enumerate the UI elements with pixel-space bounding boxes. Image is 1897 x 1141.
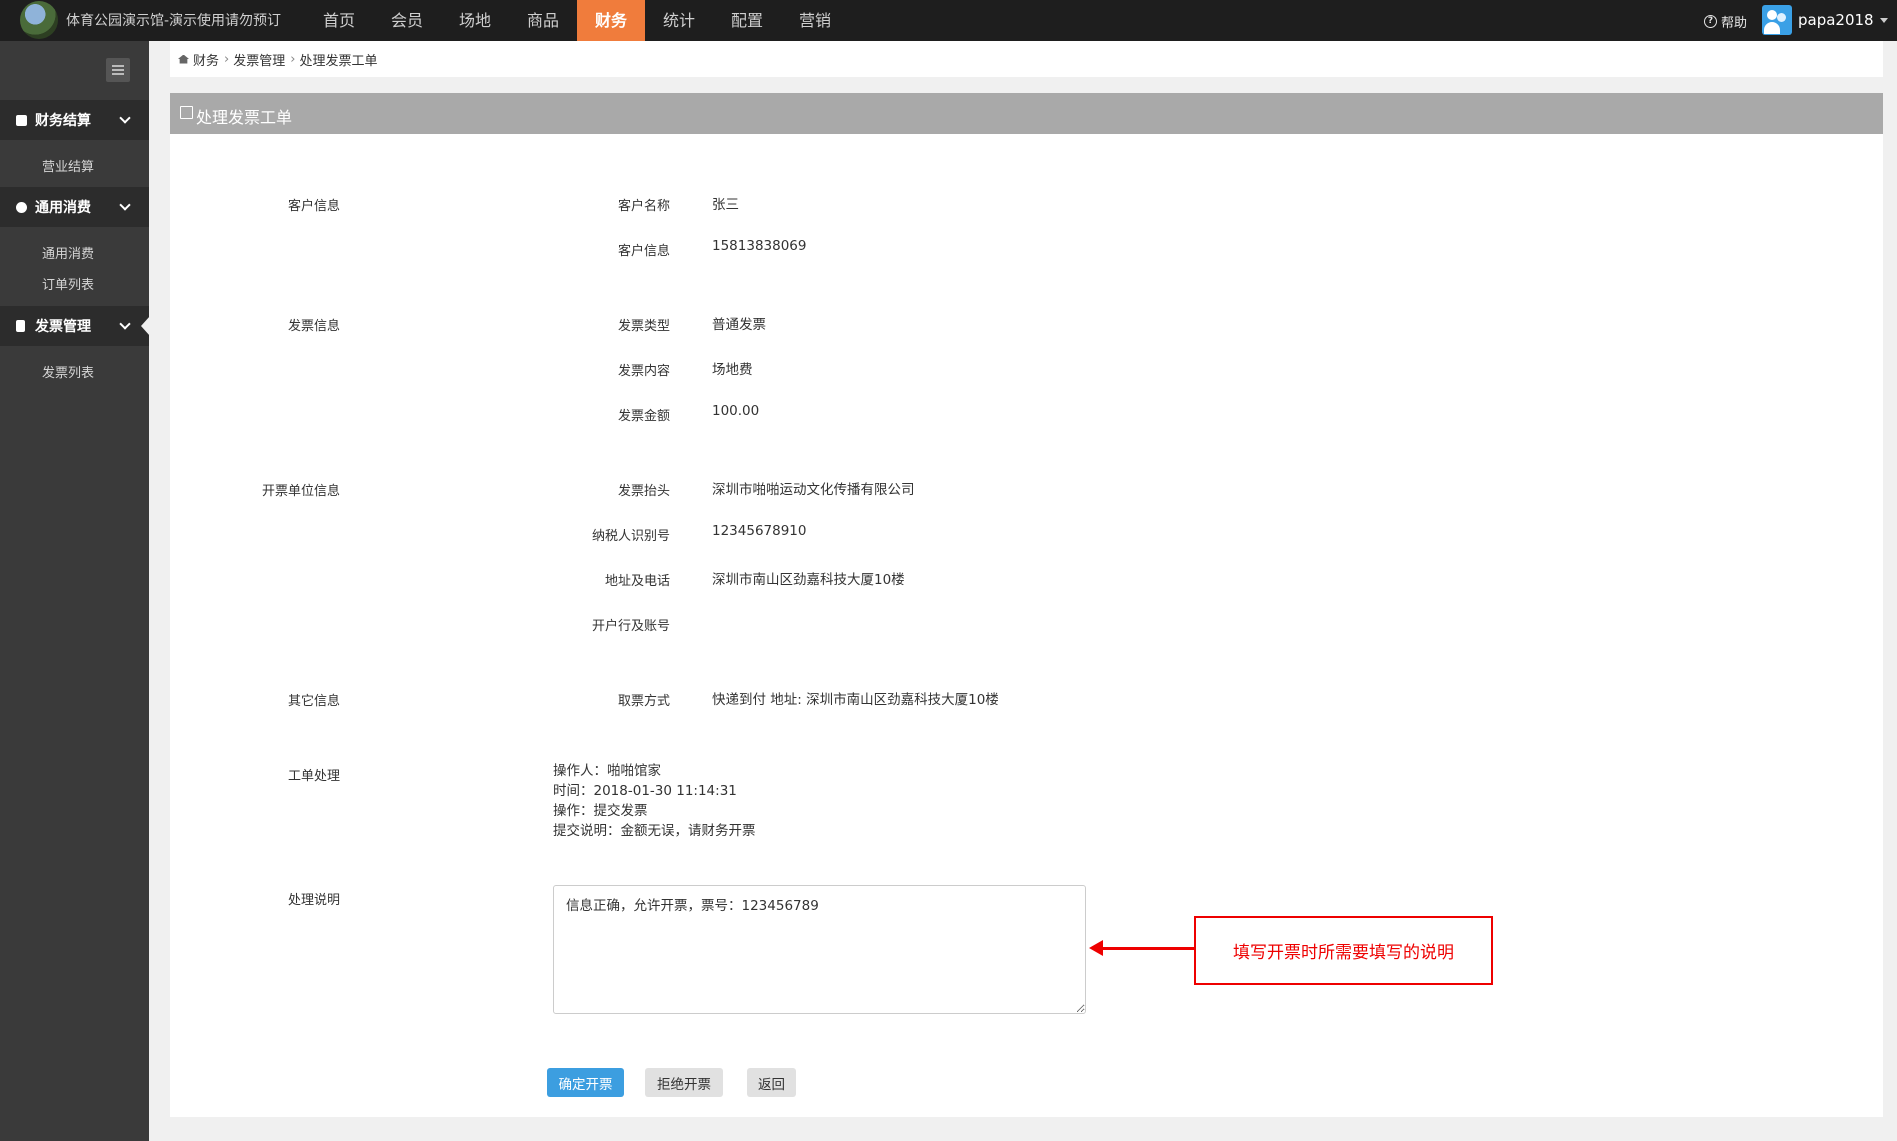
invoice-title-label: 发票抬头 (617, 484, 670, 499)
logo[interactable] (20, 1, 58, 39)
username: papa2018 (1798, 11, 1874, 29)
user-menu[interactable]: papa2018 (1762, 5, 1888, 35)
globe-icon (16, 201, 27, 213)
nav-goods[interactable]: 商品 (509, 0, 577, 41)
help-link[interactable]: ? 帮助 (1704, 12, 1747, 31)
breadcrumb-current: 处理发票工单 (299, 53, 378, 69)
chevron-down-icon (119, 112, 131, 124)
user-avatar-icon (1762, 5, 1792, 35)
section-workorder-label: 工单处理 (287, 769, 340, 784)
reject-invoice-button[interactable]: 拒绝开票 (645, 1068, 723, 1097)
section-issuer-label: 开票单位信息 (261, 484, 340, 499)
arrow-left-icon (1089, 940, 1103, 956)
customer-name-label: 客户名称 (617, 199, 670, 214)
annotation-arrow (1102, 947, 1197, 950)
home-icon (178, 54, 189, 64)
top-navbar: 体育公园演示馆-演示使用请勿预订 首页 会员 场地 商品 财务 统计 配置 营销… (0, 0, 1897, 41)
invoice-content-label: 发票内容 (617, 364, 670, 379)
invoice-content-value: 场地费 (712, 362, 753, 378)
breadcrumb-separator: › (224, 51, 230, 67)
section-customer-label: 客户信息 (287, 199, 340, 214)
invoice-amount-value: 100.00 (712, 403, 760, 419)
main-nav: 首页 会员 场地 商品 财务 统计 配置 营销 (305, 0, 849, 41)
log-note: 提交说明：金额无误，请财务开票 (553, 823, 756, 839)
section-invoice-label: 发票信息 (287, 319, 340, 334)
sidebar-group-general-consumption[interactable]: 通用消费 (0, 187, 149, 227)
panel-title: 处理发票工单 (196, 108, 293, 127)
panel-header: 处理发票工单 (170, 93, 1883, 134)
back-button[interactable]: 返回 (747, 1068, 796, 1097)
invoice-type-value: 普通发票 (712, 317, 766, 333)
taxid-label: 纳税人识别号 (591, 529, 670, 544)
log-operator: 操作人：啪啪馆家 (553, 763, 661, 779)
log-action: 操作：提交发票 (553, 803, 648, 819)
bank-account-label: 开户行及账号 (591, 619, 670, 634)
customer-name-value: 张三 (712, 197, 739, 213)
site-title: 体育公园演示馆-演示使用请勿预订 (66, 13, 282, 29)
nav-finance[interactable]: 财务 (577, 0, 645, 41)
invoice-icon (16, 320, 25, 332)
pickup-method-label: 取票方式 (617, 694, 670, 709)
remark-textarea[interactable]: 信息正确，允许开票，票号：123456789 (553, 885, 1086, 1014)
sidebar: 财务结算 营业结算 通用消费 通用消费 订单列表 发票管理 发票列表 (0, 41, 150, 1141)
paypal-icon (16, 114, 27, 126)
chevron-down-icon (119, 199, 131, 211)
invoice-type-label: 发票类型 (617, 319, 670, 334)
customer-info-value: 15813838069 (712, 238, 807, 254)
invoice-amount-label: 发票金额 (617, 409, 670, 424)
address-value: 深圳市南山区劲嘉科技大厦10楼 (712, 572, 905, 588)
breadcrumb: 财务 › 发票管理 › 处理发票工单 (170, 41, 1883, 77)
address-label: 地址及电话 (604, 574, 670, 589)
log-time: 时间：2018-01-30 11:14:31 (553, 783, 737, 799)
annotation-callout: 填写开票时所需要填写的说明 (1194, 916, 1493, 985)
sidebar-item-general-consumption[interactable]: 通用消费 (42, 243, 94, 262)
sidebar-group-invoice-management[interactable]: 发票管理 (0, 306, 149, 346)
workorder-log: 操作人：啪啪馆家 时间：2018-01-30 11:14:31 操作：提交发票 … (553, 761, 756, 841)
pickup-method-value: 快递到付 地址: 深圳市南山区劲嘉科技大厦10楼 (712, 692, 999, 708)
confirm-invoice-button[interactable]: 确定开票 (547, 1068, 624, 1097)
sidebar-group-finance-settlement[interactable]: 财务结算 (0, 100, 149, 140)
breadcrumb-invoice-management[interactable]: 发票管理 (233, 50, 285, 69)
question-circle-icon: ? (1704, 15, 1717, 28)
section-other-label: 其它信息 (287, 694, 340, 709)
nav-venues[interactable]: 场地 (441, 0, 509, 41)
breadcrumb-separator: › (290, 51, 296, 67)
breadcrumb-finance[interactable]: 财务 (193, 50, 219, 69)
sidebar-item-order-list[interactable]: 订单列表 (42, 274, 94, 293)
invoice-workorder-panel: 处理发票工单 客户信息 客户名称 张三 客户信息 15813838069 发票信… (170, 93, 1883, 1117)
chevron-down-icon (119, 318, 131, 330)
nav-home[interactable]: 首页 (305, 0, 373, 41)
customer-info-label: 客户信息 (617, 244, 670, 259)
caret-down-icon (1879, 17, 1888, 23)
edit-icon (180, 106, 193, 119)
help-label: 帮助 (1721, 16, 1748, 31)
nav-marketing[interactable]: 营销 (781, 0, 849, 41)
section-remark-label: 处理说明 (287, 893, 340, 908)
active-indicator (141, 316, 150, 336)
sidebar-toggle-icon[interactable] (106, 58, 130, 82)
nav-members[interactable]: 会员 (373, 0, 441, 41)
taxid-value: 12345678910 (712, 523, 807, 539)
sidebar-item-invoice-list[interactable]: 发票列表 (42, 362, 94, 381)
sidebar-item-business-settlement[interactable]: 营业结算 (42, 156, 94, 175)
nav-settings[interactable]: 配置 (713, 0, 781, 41)
invoice-title-value: 深圳市啪啪运动文化传播有限公司 (712, 482, 915, 498)
nav-statistics[interactable]: 统计 (645, 0, 713, 41)
